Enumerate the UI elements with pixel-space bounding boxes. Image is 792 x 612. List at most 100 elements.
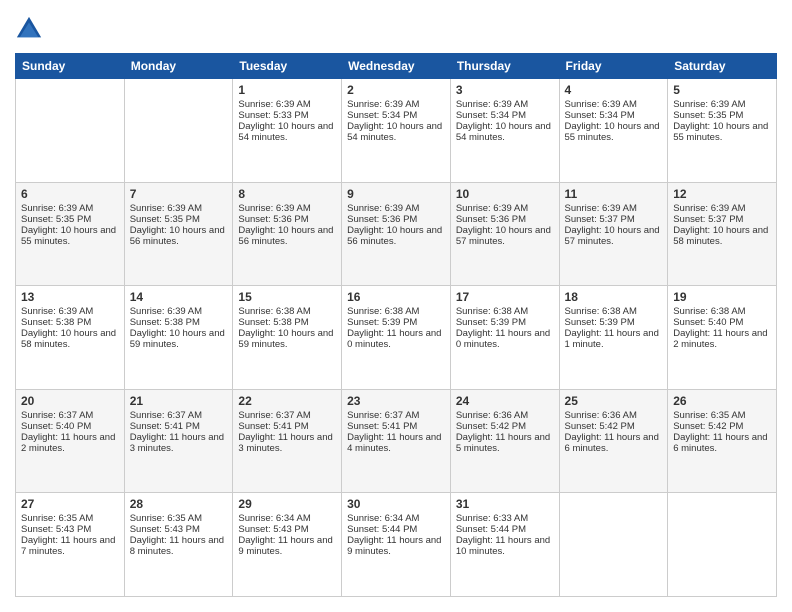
calendar-cell: 20Sunrise: 6:37 AMSunset: 5:40 PMDayligh… [16,389,125,493]
cell-info-line: Sunset: 5:41 PM [238,421,336,432]
cell-info-line: Sunset: 5:41 PM [130,421,228,432]
cell-info-line: Daylight: 11 hours and 2 minutes. [673,328,771,350]
day-number: 8 [238,187,336,201]
calendar-cell: 19Sunrise: 6:38 AMSunset: 5:40 PMDayligh… [668,286,777,390]
day-number: 21 [130,394,228,408]
cell-info-line: Sunrise: 6:39 AM [673,203,771,214]
calendar-cell: 6Sunrise: 6:39 AMSunset: 5:35 PMDaylight… [16,182,125,286]
calendar-table: SundayMondayTuesdayWednesdayThursdayFrid… [15,53,777,597]
calendar-cell: 31Sunrise: 6:33 AMSunset: 5:44 PMDayligh… [450,493,559,597]
cell-info-line: Sunset: 5:42 PM [565,421,663,432]
cell-info-line: Sunrise: 6:39 AM [456,99,554,110]
calendar-cell: 10Sunrise: 6:39 AMSunset: 5:36 PMDayligh… [450,182,559,286]
cell-info-line: Daylight: 11 hours and 8 minutes. [130,535,228,557]
cell-info-line: Sunset: 5:38 PM [130,317,228,328]
cell-info-line: Daylight: 10 hours and 56 minutes. [238,225,336,247]
calendar-cell: 18Sunrise: 6:38 AMSunset: 5:39 PMDayligh… [559,286,668,390]
cell-info-line: Sunset: 5:44 PM [456,524,554,535]
day-number: 10 [456,187,554,201]
cell-info-line: Daylight: 11 hours and 4 minutes. [347,432,445,454]
day-number: 29 [238,497,336,511]
cell-info-line: Daylight: 10 hours and 57 minutes. [565,225,663,247]
day-number: 11 [565,187,663,201]
cell-info-line: Sunrise: 6:39 AM [238,99,336,110]
cell-info-line: Sunrise: 6:39 AM [565,203,663,214]
calendar-cell: 26 Sunrise: 6:35 AMSunset: 5:42 PMDayligh… [668,389,777,493]
cell-info-line: Sunrise: 6:39 AM [238,203,336,214]
cell-info-line: Daylight: 10 hours and 54 minutes. [238,121,336,143]
day-number: 2 [347,83,445,97]
calendar-cell: 17Sunrise: 6:38 AMSunset: 5:39 PMDayligh… [450,286,559,390]
cell-info-line: Sunset: 5:42 PM [673,421,771,432]
calendar-cell: 8Sunrise: 6:39 AMSunset: 5:36 PMDaylight… [233,182,342,286]
week-row-3: 13Sunrise: 6:39 AMSunset: 5:38 PMDayligh… [16,286,777,390]
cell-info-line: Daylight: 10 hours and 58 minutes. [673,225,771,247]
day-number: 25 [565,394,663,408]
calendar-cell: 28Sunrise: 6:35 AMSunset: 5:43 PMDayligh… [124,493,233,597]
day-number: 9 [347,187,445,201]
weekday-friday: Friday [559,54,668,79]
cell-info-line: Sunset: 5:36 PM [347,214,445,225]
day-number: 26 [673,394,771,408]
day-number: 5 [673,83,771,97]
day-number: 22 [238,394,336,408]
weekday-header-row: SundayMondayTuesdayWednesdayThursdayFrid… [16,54,777,79]
cell-info-line: Sunset: 5:35 PM [21,214,119,225]
calendar-cell [559,493,668,597]
cell-info-line: Sunset: 5:34 PM [456,110,554,121]
cell-info-line: Sunrise: 6:39 AM [456,203,554,214]
cell-info-line: Daylight: 11 hours and 9 minutes. [238,535,336,557]
cell-info-line: Sunset: 5:35 PM [673,110,771,121]
cell-info-line: Daylight: 11 hours and 5 minutes. [456,432,554,454]
day-number: 16 [347,290,445,304]
week-row-1: 1Sunrise: 6:39 AMSunset: 5:33 PMDaylight… [16,79,777,183]
cell-info-line: Sunset: 5:39 PM [565,317,663,328]
cell-info-line: Sunrise: 6:39 AM [130,306,228,317]
cell-info-line: Sunset: 5:37 PM [565,214,663,225]
cell-info-line: Sunset: 5:36 PM [456,214,554,225]
cell-info-line: Sunset: 5:43 PM [130,524,228,535]
cell-info-line: Daylight: 10 hours and 54 minutes. [456,121,554,143]
cell-info-line: Daylight: 11 hours and 7 minutes. [21,535,119,557]
cell-info-line: Sunrise: 6:35 AM [673,410,771,421]
calendar-cell: 21Sunrise: 6:37 AMSunset: 5:41 PMDayligh… [124,389,233,493]
calendar-cell: 13Sunrise: 6:39 AMSunset: 5:38 PMDayligh… [16,286,125,390]
calendar-cell: 7Sunrise: 6:39 AMSunset: 5:35 PMDaylight… [124,182,233,286]
cell-info-line: Sunrise: 6:37 AM [238,410,336,421]
cell-info-line: Sunrise: 6:36 AM [456,410,554,421]
calendar-cell: 15Sunrise: 6:38 AMSunset: 5:38 PMDayligh… [233,286,342,390]
calendar-cell: 1Sunrise: 6:39 AMSunset: 5:33 PMDaylight… [233,79,342,183]
cell-info-line: Sunset: 5:40 PM [673,317,771,328]
cell-info-line: Sunset: 5:43 PM [238,524,336,535]
cell-info-line: Sunrise: 6:34 AM [347,513,445,524]
calendar-cell: 23Sunrise: 6:37 AMSunset: 5:41 PMDayligh… [342,389,451,493]
cell-info-line: Daylight: 11 hours and 6 minutes. [673,432,771,454]
day-number: 31 [456,497,554,511]
cell-info-line: Sunrise: 6:37 AM [21,410,119,421]
logo [15,15,47,43]
cell-info-line: Sunrise: 6:39 AM [21,203,119,214]
day-number: 1 [238,83,336,97]
cell-info-line: Sunrise: 6:39 AM [130,203,228,214]
cell-info-line: Daylight: 11 hours and 6 minutes. [565,432,663,454]
cell-info-line: Daylight: 11 hours and 3 minutes. [130,432,228,454]
cell-info-line: Sunrise: 6:39 AM [21,306,119,317]
day-number: 6 [21,187,119,201]
day-number: 30 [347,497,445,511]
cell-info-line: Daylight: 11 hours and 3 minutes. [238,432,336,454]
day-number: 14 [130,290,228,304]
day-number: 28 [130,497,228,511]
cell-info-line: Sunset: 5:40 PM [21,421,119,432]
cell-info-line: Sunset: 5:44 PM [347,524,445,535]
weekday-tuesday: Tuesday [233,54,342,79]
calendar-cell: 12Sunrise: 6:39 AMSunset: 5:37 PMDayligh… [668,182,777,286]
cell-info-line: Daylight: 10 hours and 55 minutes. [673,121,771,143]
cell-info-line: Sunrise: 6:33 AM [456,513,554,524]
cell-info-line: Daylight: 11 hours and 0 minutes. [456,328,554,350]
cell-info-line: Sunrise: 6:38 AM [565,306,663,317]
weekday-wednesday: Wednesday [342,54,451,79]
day-number: 27 [21,497,119,511]
calendar-cell: 3Sunrise: 6:39 AMSunset: 5:34 PMDaylight… [450,79,559,183]
calendar-cell: 27Sunrise: 6:35 AMSunset: 5:43 PMDayligh… [16,493,125,597]
cell-info-line: Sunset: 5:39 PM [456,317,554,328]
